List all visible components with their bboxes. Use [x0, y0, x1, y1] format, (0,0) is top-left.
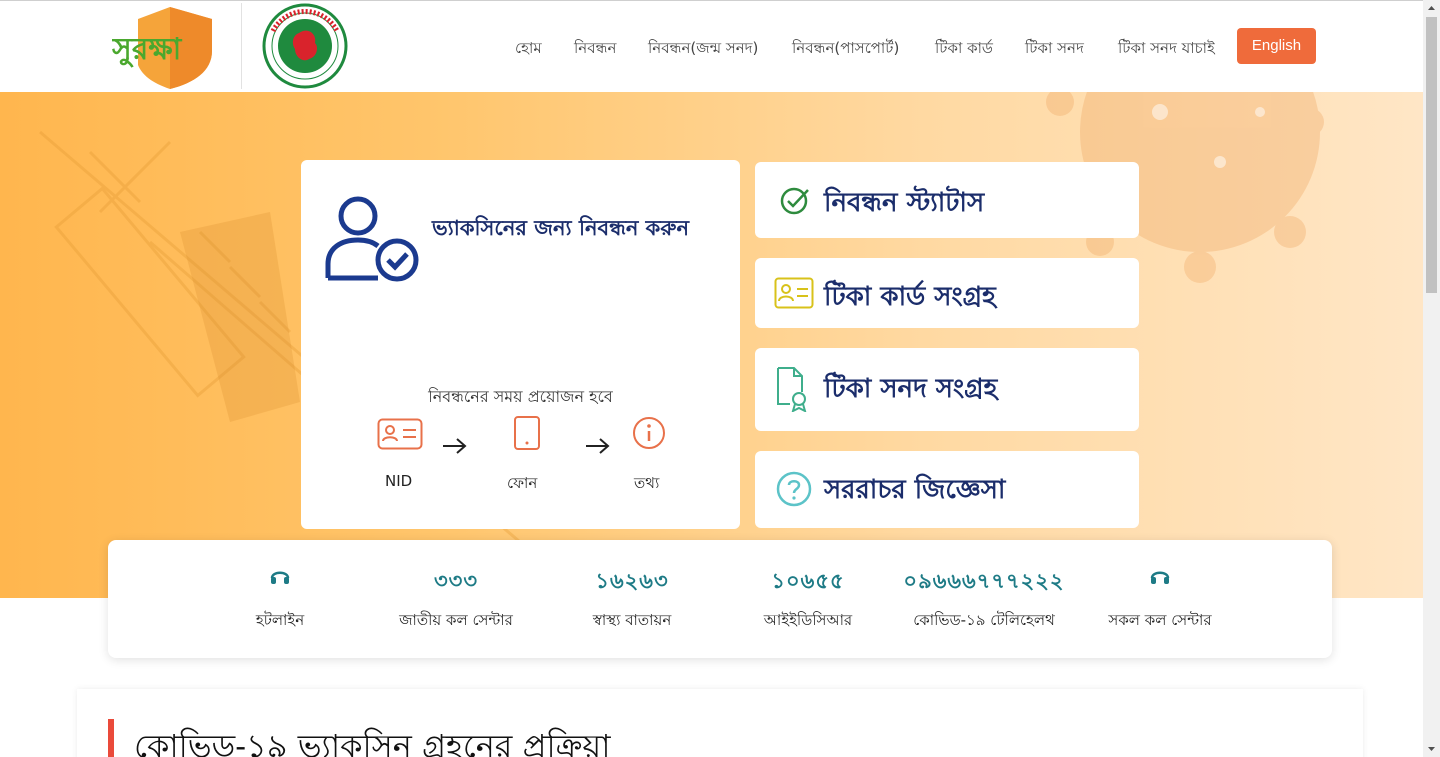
surokkha-logo[interactable]: সুরক্ষা: [112, 5, 220, 89]
all-call-centers-link[interactable]: সকল কল সেন্টার: [1108, 609, 1211, 634]
nav-registration-birth-certificate[interactable]: নিবন্ধন(জন্ম সনদ): [648, 37, 758, 62]
step-info-label: তথ্য: [634, 474, 660, 492]
vaccine-certificate-collect-label: টিকা সনদ সংগ্রহ: [824, 374, 998, 404]
page: সুরক্ষা হোম নিবন্ধন নিবন্ধন(জন্ম সনদ) নি…: [0, 0, 1423, 757]
step-nid-label: NID: [385, 472, 413, 490]
registration-status-label: নিবন্ধন স্ট্যাটাস: [824, 188, 985, 218]
language-toggle-button[interactable]: English: [1237, 28, 1316, 64]
faq-card[interactable]: সররাচর জিজ্ঞেসা: [755, 451, 1139, 528]
registration-card[interactable]: ভ্যাকসিনের জন্য নিবন্ধন করুন নিবন্ধনের স…: [301, 160, 740, 529]
info-icon: [633, 417, 665, 449]
hotline-number[interactable]: ০৯৬৬৬৭৭৭২২২: [903, 565, 1064, 600]
scrollbar-thumb[interactable]: [1426, 17, 1437, 293]
check-circle-icon: [780, 187, 809, 215]
certificate-icon: [777, 367, 807, 412]
vaccine-card-collect-card[interactable]: টিকা কার্ড সংগ্রহ: [755, 258, 1139, 328]
requirements-title: নিবন্ধনের সময় প্রয়োজন হবে: [428, 387, 613, 406]
id-card-icon: [774, 277, 814, 309]
nav-home[interactable]: হোম: [515, 37, 542, 62]
hotline-number[interactable]: ১৬২৬৩: [595, 565, 668, 600]
arrow-right-icon: [586, 438, 610, 454]
question-icon: [776, 471, 812, 507]
nav-certificate-verify[interactable]: টিকা সনদ যাচাই: [1118, 37, 1215, 62]
headset-icon: [270, 571, 290, 584]
headset-icon: [1150, 571, 1170, 584]
registration-status-card[interactable]: নিবন্ধন স্ট্যাটাস: [755, 162, 1139, 238]
hotline-number[interactable]: ৩৩৩: [434, 565, 478, 600]
nav-registration[interactable]: নিবন্ধন: [574, 37, 616, 62]
nav-vaccine-certificate[interactable]: টিকা সনদ: [1025, 37, 1084, 62]
govt-seal-logo[interactable]: [259, 3, 351, 89]
nav-vaccine-card[interactable]: টিকা কার্ড: [935, 37, 993, 62]
step-phone-label: ফোন: [507, 474, 538, 492]
id-card-icon: [377, 418, 423, 450]
hotline-label: কোভিড-১৯ টেলিহেলথ: [913, 611, 1055, 629]
section-accent-bar: [108, 719, 114, 757]
hotline-number[interactable]: ১০৬৫৫: [771, 565, 844, 600]
user-check-icon: [325, 196, 419, 282]
scroll-up-arrow-icon[interactable]: [1423, 0, 1440, 17]
vaccine-card-collect-label: টিকা কার্ড সংগ্রহ: [824, 282, 996, 312]
page-scrollbar[interactable]: [1423, 0, 1440, 757]
svg-text:সুরক্ষা: সুরক্ষা: [112, 32, 183, 68]
vaccination-process-section: কোভিড-১৯ ভ্যাকসিন গ্রহনের প্রক্রিয়া: [77, 689, 1363, 757]
hotline-label: জাতীয় কল সেন্টার: [399, 611, 513, 629]
logo-divider: [241, 3, 242, 89]
arrow-right-icon: [443, 438, 467, 454]
hero-banner: ভ্যাকসিনের জন্য নিবন্ধন করুন নিবন্ধনের স…: [0, 92, 1423, 598]
hotline-bar: হটলাইন ৩৩৩ জাতীয় কল সেন্টার ১৬২৬৩ স্বাস…: [108, 540, 1332, 658]
nav-registration-passport[interactable]: নিবন্ধন(পাসপোর্ট): [792, 37, 899, 62]
phone-icon: [514, 416, 540, 450]
hotline-label: হটলাইন: [255, 611, 305, 629]
site-header: সুরক্ষা হোম নিবন্ধন নিবন্ধন(জন্ম সনদ) নি…: [0, 1, 1423, 92]
scroll-down-arrow-icon[interactable]: [1423, 740, 1440, 757]
vaccine-certificate-collect-card[interactable]: টিকা সনদ সংগ্রহ: [755, 348, 1139, 431]
section-title: কোভিড-১৯ ভ্যাকসিন গ্রহনের প্রক্রিয়া: [134, 727, 611, 757]
hotline-label: স্বাস্থ্য বাতায়ন: [592, 611, 672, 629]
faq-label: সররাচর জিজ্ঞেসা: [824, 475, 1006, 505]
hotline-label: আইইডিসিআর: [763, 611, 853, 629]
registration-title[interactable]: ভ্যাকসিনের জন্য নিবন্ধন করুন: [432, 212, 689, 247]
